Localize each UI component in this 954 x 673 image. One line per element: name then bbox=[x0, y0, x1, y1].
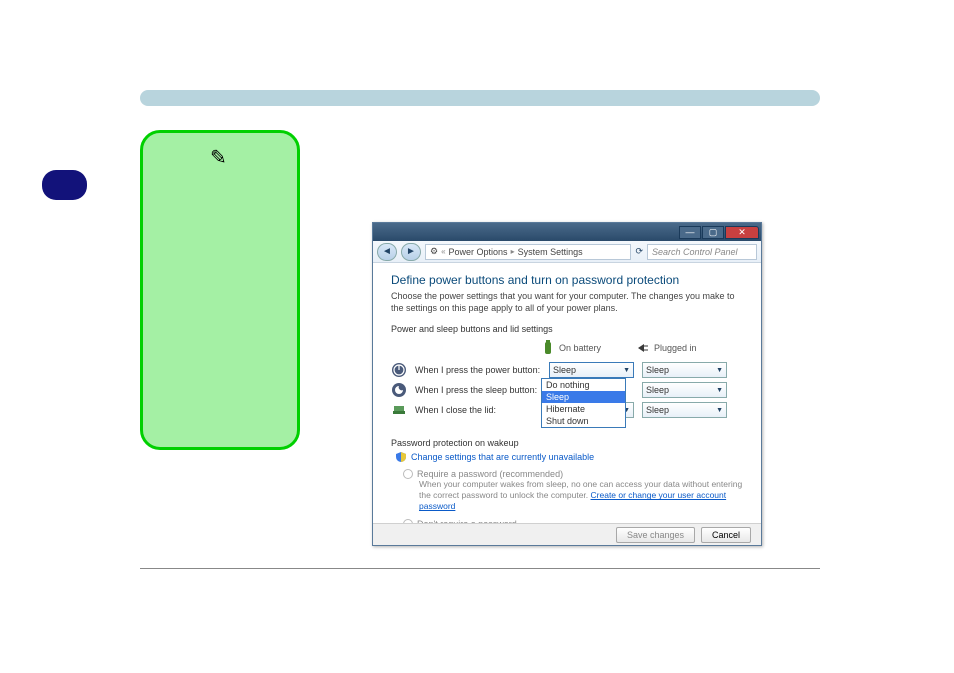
refresh-icon[interactable]: ⟳ bbox=[635, 246, 643, 257]
back-button[interactable]: ◄ bbox=[377, 243, 397, 261]
breadcrumb-icon: ⚙ bbox=[430, 246, 438, 257]
chevron-down-icon: ▼ bbox=[716, 367, 723, 374]
power-icon bbox=[391, 362, 407, 378]
column-headers: On battery Plugged in bbox=[541, 340, 743, 356]
chevron-down-icon: ▼ bbox=[716, 387, 723, 394]
chevron-down-icon: ▼ bbox=[623, 367, 630, 374]
password-section: Password protection on wakeup Change set… bbox=[391, 438, 743, 523]
content-area: Define power buttons and turn on passwor… bbox=[373, 263, 761, 523]
dropdown-list: Do nothing Sleep Hibernate Shut down bbox=[541, 378, 626, 428]
dd-lid-plugged[interactable]: Sleep▼ bbox=[642, 402, 727, 418]
breadcrumb[interactable]: ⚙ « Power Options ▸ System Settings bbox=[425, 244, 631, 260]
row-lid-label: When I close the lid: bbox=[415, 405, 541, 415]
minimize-button[interactable]: — bbox=[679, 226, 701, 239]
pencil-icon: ✎ bbox=[210, 145, 227, 170]
decorative-green-panel bbox=[140, 130, 300, 450]
section-label: Power and sleep buttons and lid settings bbox=[391, 324, 743, 334]
sleep-icon bbox=[391, 382, 407, 398]
power-options-window: — ▢ ✕ ◄ ► ⚙ « Power Options ▸ System Set… bbox=[372, 222, 762, 546]
battery-icon bbox=[541, 340, 555, 356]
window-titlebar: — ▢ ✕ bbox=[373, 223, 761, 241]
plug-icon bbox=[636, 340, 650, 356]
breadcrumb-system[interactable]: System Settings bbox=[518, 247, 583, 257]
dropdown-option-shutdown[interactable]: Shut down bbox=[542, 415, 625, 427]
dd-power-battery[interactable]: Sleep▼ bbox=[549, 362, 634, 378]
dd-power-plugged[interactable]: Sleep▼ bbox=[642, 362, 727, 378]
page-description: Choose the power settings that you want … bbox=[391, 291, 743, 314]
row-power-label: When I press the power button: bbox=[415, 365, 541, 375]
pw-heading: Password protection on wakeup bbox=[391, 438, 743, 448]
dropdown-option-hibernate[interactable]: Hibernate bbox=[542, 403, 625, 415]
col-plugged-in: Plugged in bbox=[636, 340, 721, 356]
decorative-bottom-line bbox=[140, 568, 820, 569]
navigation-bar: ◄ ► ⚙ « Power Options ▸ System Settings … bbox=[373, 241, 761, 263]
page-heading: Define power buttons and turn on passwor… bbox=[391, 273, 743, 287]
pw-option-require: Require a password (recommended) When yo… bbox=[403, 469, 743, 512]
maximize-button[interactable]: ▢ bbox=[702, 226, 724, 239]
dialog-footer: Save changes Cancel bbox=[373, 523, 761, 545]
row-power-button: When I press the power button: Sleep▼ Sl… bbox=[391, 362, 743, 378]
change-settings-link[interactable]: Change settings that are currently unava… bbox=[395, 451, 743, 463]
breadcrumb-arrow-icon: ▸ bbox=[511, 247, 515, 256]
search-input[interactable]: Search Control Panel bbox=[647, 244, 757, 260]
lid-icon bbox=[391, 402, 407, 418]
pw-opt1-desc: When your computer wakes from sleep, no … bbox=[419, 479, 743, 512]
save-changes-button[interactable]: Save changes bbox=[616, 527, 695, 543]
radio-require bbox=[403, 469, 413, 479]
dropdown-option-sleep[interactable]: Sleep bbox=[542, 391, 625, 403]
chevron-down-icon: ▼ bbox=[716, 407, 723, 414]
cancel-button[interactable]: Cancel bbox=[701, 527, 751, 543]
decorative-top-bar bbox=[140, 90, 820, 106]
breadcrumb-power[interactable]: Power Options bbox=[449, 247, 508, 257]
dropdown-option-donothing[interactable]: Do nothing bbox=[542, 379, 625, 391]
col-on-battery: On battery bbox=[541, 340, 626, 356]
row-sleep-label: When I press the sleep button: bbox=[415, 385, 541, 395]
close-button[interactable]: ✕ bbox=[725, 226, 759, 239]
decorative-side-badge bbox=[42, 170, 87, 200]
forward-button[interactable]: ► bbox=[401, 243, 421, 261]
dd-sleep-plugged[interactable]: Sleep▼ bbox=[642, 382, 727, 398]
shield-icon bbox=[395, 451, 407, 463]
breadcrumb-sep: « bbox=[441, 247, 445, 256]
